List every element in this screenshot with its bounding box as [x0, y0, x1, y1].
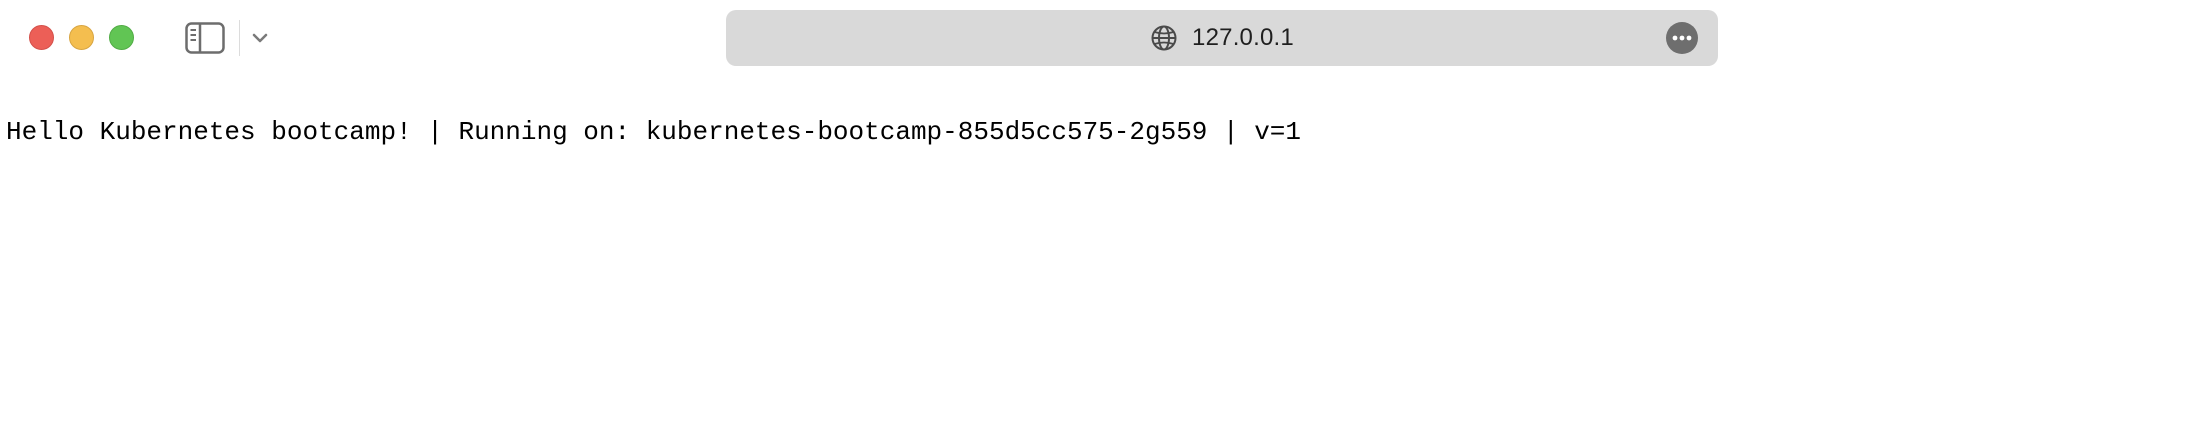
sidebar-toggle-button[interactable] — [184, 20, 226, 56]
address-bar[interactable]: 127.0.0.1 — [726, 10, 1718, 66]
browser-toolbar: 127.0.0.1 — [0, 0, 2194, 78]
globe-icon — [1150, 24, 1178, 52]
page-body-text: Hello Kubernetes bootcamp! | Running on:… — [6, 117, 1302, 147]
address-bar-content: 127.0.0.1 — [726, 10, 1718, 66]
url-text[interactable]: 127.0.0.1 — [1192, 24, 1294, 52]
more-icon — [1672, 35, 1692, 41]
minimize-window-button[interactable] — [69, 25, 94, 50]
chevron-down-icon — [252, 33, 268, 43]
more-options-button[interactable] — [1666, 22, 1698, 54]
sidebar-menu-button[interactable] — [248, 24, 272, 52]
close-window-button[interactable] — [29, 25, 54, 50]
zoom-window-button[interactable] — [109, 25, 134, 50]
sidebar-icon — [185, 22, 225, 54]
toolbar-divider — [239, 20, 240, 56]
